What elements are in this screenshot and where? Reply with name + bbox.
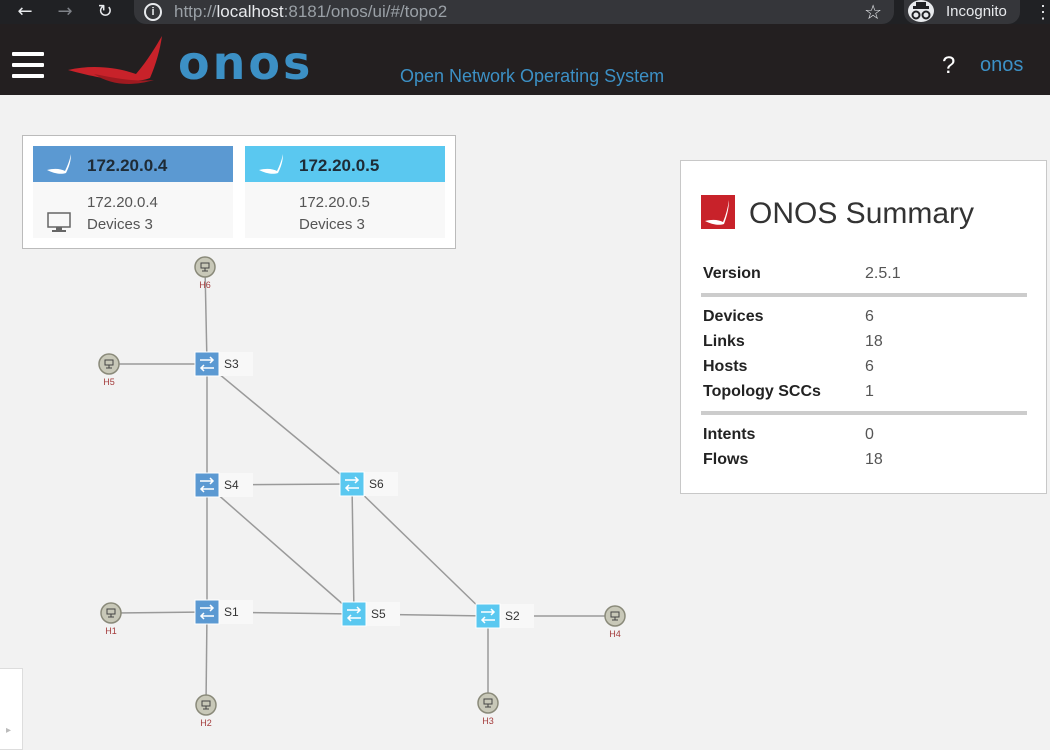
- host-node[interactable]: H2: [195, 694, 217, 728]
- device-link[interactable]: [206, 363, 353, 485]
- devices-value: 6: [865, 308, 874, 325]
- switch-label: S6: [369, 477, 384, 491]
- divider: [701, 411, 1027, 415]
- host-node[interactable]: H4: [604, 605, 626, 639]
- browser-menu-icon[interactable]: ⋮: [1034, 0, 1050, 24]
- device-link[interactable]: [351, 483, 489, 617]
- host-label: H4: [609, 629, 621, 639]
- switch-node[interactable]: S5: [341, 601, 400, 627]
- sccs-label: Topology SCCs: [703, 383, 821, 400]
- switch-node[interactable]: S2: [475, 603, 534, 629]
- switch-node[interactable]: S3: [194, 351, 253, 377]
- switch-node[interactable]: S6: [339, 471, 398, 497]
- host-node[interactable]: H3: [477, 692, 499, 726]
- version-label: Version: [703, 265, 761, 282]
- links-label: Links: [703, 333, 745, 350]
- incognito-badge[interactable]: Incognito: [904, 0, 1020, 24]
- switch-node[interactable]: S1: [194, 599, 253, 625]
- switch-node[interactable]: S4: [194, 472, 253, 498]
- version-value: 2.5.1: [865, 265, 901, 282]
- host-link[interactable]: [110, 611, 208, 614]
- host-label: H3: [482, 716, 494, 726]
- devices-label: Devices: [703, 308, 764, 325]
- user-menu[interactable]: onos: [980, 54, 1023, 77]
- host-node[interactable]: H6: [194, 256, 216, 290]
- help-icon[interactable]: ?: [942, 52, 955, 80]
- expand-arrow-icon: ▸: [6, 725, 12, 736]
- details-toggle[interactable]: ▸: [0, 668, 23, 750]
- intents-value: 0: [865, 426, 874, 443]
- links-value: 18: [865, 333, 883, 350]
- switch-label: S1: [224, 605, 239, 619]
- host-node[interactable]: H1: [100, 602, 122, 636]
- switch-label: S4: [224, 478, 239, 492]
- onos-summary-logo-icon: [701, 195, 735, 229]
- bookmark-star-icon[interactable]: ☆: [864, 0, 882, 24]
- summary-title: ONOS Summary: [749, 197, 975, 230]
- host-label: H6: [199, 280, 211, 290]
- device-link[interactable]: [206, 484, 355, 615]
- host-label: H5: [103, 377, 115, 387]
- switch-label: S2: [505, 609, 520, 623]
- incognito-label: Incognito: [946, 3, 1007, 20]
- switch-label: S5: [371, 607, 386, 621]
- divider: [701, 293, 1027, 297]
- flows-label: Flows: [703, 451, 749, 468]
- flows-value: 18: [865, 451, 883, 468]
- summary-panel: ONOS Summary Version 2.5.1 Devices 6 Lin…: [680, 160, 1047, 494]
- hosts-value: 6: [865, 358, 874, 375]
- device-link[interactable]: [351, 483, 355, 615]
- topology-canvas[interactable]: H1 H2 H3 H4 H5 H6 S1 S2 S3 S4 S5 S6: [0, 0, 680, 748]
- switch-label: S3: [224, 357, 239, 371]
- host-label: H1: [105, 626, 117, 636]
- hosts-label: Hosts: [703, 358, 748, 375]
- intents-label: Intents: [703, 426, 756, 443]
- host-link[interactable]: [205, 611, 208, 706]
- host-label: H2: [200, 718, 212, 728]
- incognito-icon: [908, 0, 934, 22]
- host-node[interactable]: H5: [98, 353, 120, 387]
- sccs-value: 1: [865, 383, 874, 400]
